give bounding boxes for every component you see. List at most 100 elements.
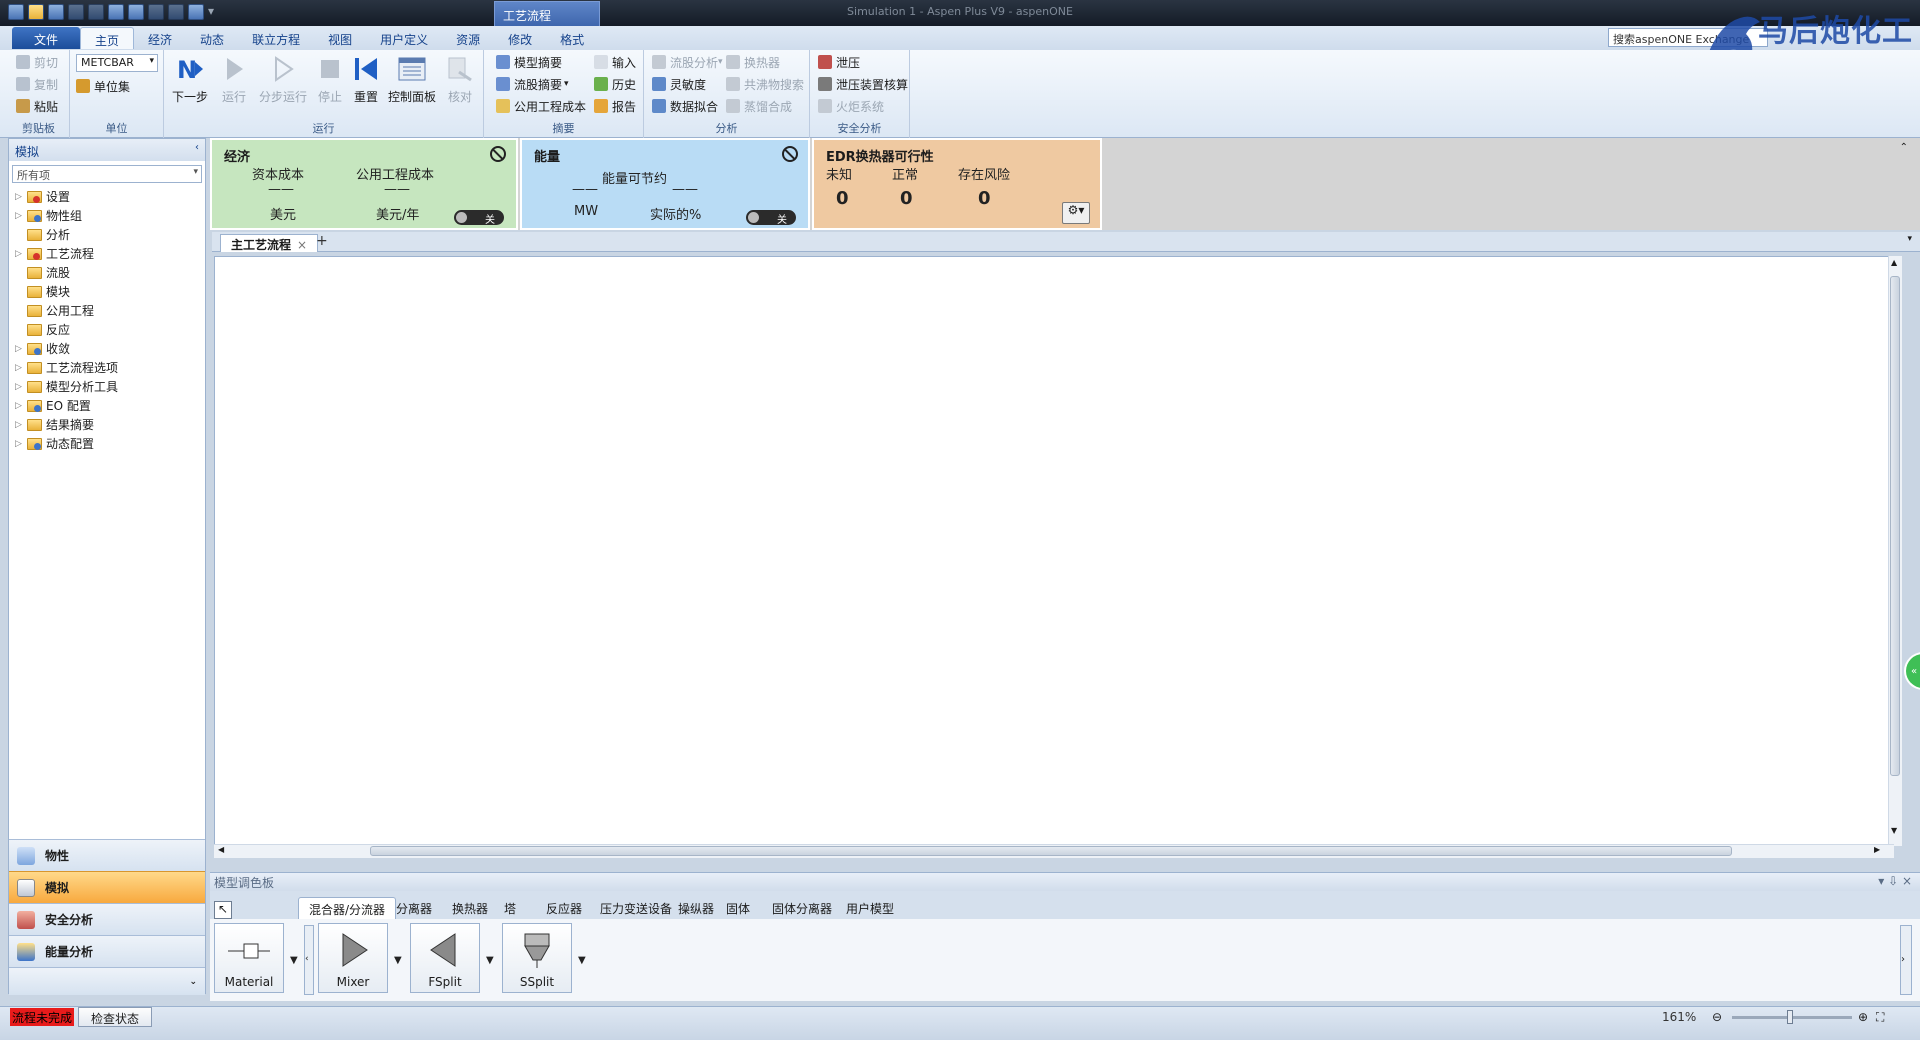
tab-view[interactable]: 视图 xyxy=(314,27,366,49)
tab-dynamics[interactable]: 动态 xyxy=(186,27,238,49)
disabled-icon[interactable] xyxy=(782,146,798,162)
tree-item[interactable]: ▷ 收敛 xyxy=(15,339,70,358)
chevron-down-icon[interactable]: ▼ xyxy=(290,955,298,966)
palette-tab[interactable]: 固体 xyxy=(716,897,760,919)
collapse-dashboard-icon[interactable]: ⌃ xyxy=(1900,142,1908,153)
side-panel-handle-icon[interactable]: « xyxy=(1904,652,1920,690)
tab-customize[interactable]: 用户定义 xyxy=(366,27,442,49)
step-run-button[interactable]: 分步运行 xyxy=(256,54,310,114)
palette-tab[interactable]: 混合器/分流器 xyxy=(298,897,397,919)
tree-expand-icon[interactable]: ▷ xyxy=(15,344,27,354)
tab-equation-oriented[interactable]: 联立方程 xyxy=(238,27,314,49)
palette-tab[interactable]: 固体分离器 xyxy=(762,897,842,919)
economics-toggle[interactable]: 关 xyxy=(454,210,504,226)
chevron-down-icon[interactable]: ▼ xyxy=(394,955,402,966)
heat-exchanger-analysis-button[interactable]: 换热器 xyxy=(726,52,780,72)
stream-analysis-button[interactable]: 流股分析 ▾ xyxy=(652,52,723,72)
tree-item[interactable]: 流股 xyxy=(15,263,70,282)
model-fsplit[interactable]: FSplit xyxy=(410,923,480,993)
unit-set-select[interactable]: METCBAR ▾ xyxy=(76,54,158,72)
vertical-scroll-thumb[interactable] xyxy=(1890,276,1900,776)
tree-expand-icon[interactable]: ▷ xyxy=(15,192,27,202)
collapse-icon[interactable]: ‹ xyxy=(195,142,199,153)
context-tab-flowsheet[interactable]: 工艺流程 xyxy=(494,1,600,26)
tree-item[interactable]: ▷ 物性组 xyxy=(15,206,82,225)
stream-summary-button[interactable]: 流股摘要 ▾ xyxy=(496,74,569,94)
palette-tab[interactable]: 反应器 xyxy=(536,897,592,919)
control-panel-button[interactable]: 控制面板 xyxy=(386,54,438,114)
close-icon[interactable]: × xyxy=(297,238,307,252)
tree-item[interactable]: 模块 xyxy=(15,282,70,301)
palette-tab[interactable]: 用户模型 xyxy=(836,897,904,919)
palette-tab[interactable]: 换热器 xyxy=(442,897,498,919)
palette-tab[interactable]: 分离器 xyxy=(386,897,442,919)
reset-button[interactable]: 重置 xyxy=(350,54,382,114)
nav-filter-select[interactable]: 所有项 ▾ xyxy=(12,165,202,183)
check-status-button[interactable]: 检查状态 xyxy=(78,1007,153,1027)
relief-rating-button[interactable]: 泄压装置核算 xyxy=(818,74,908,94)
tree-expand-icon[interactable]: ▷ xyxy=(15,249,27,259)
input-button[interactable]: 输入 xyxy=(594,52,636,72)
exchange-search-input[interactable]: 搜索aspenONE Exchange xyxy=(1608,28,1768,47)
tree-item[interactable]: ▷ 工艺流程选项 xyxy=(15,358,118,377)
model-summary-button[interactable]: 模型摘要 xyxy=(496,52,562,72)
nav-button-simulation[interactable]: 模拟 xyxy=(9,871,205,903)
palette-tab[interactable]: 塔 xyxy=(494,897,526,919)
model-ssplit[interactable]: SSplit xyxy=(502,923,572,993)
relief-button[interactable]: 泄压 xyxy=(818,52,860,72)
paste-button[interactable]: 粘贴 xyxy=(16,96,58,116)
tree-expand-icon[interactable]: ▷ xyxy=(15,211,27,221)
palette-scroll-right-icon[interactable]: › xyxy=(1900,925,1912,995)
fit-view-icon[interactable]: ⛶ xyxy=(1876,1010,1884,1025)
tree-item[interactable]: 反应 xyxy=(15,320,70,339)
edr-settings-icon[interactable]: ⚙▾ xyxy=(1062,202,1090,224)
report-button[interactable]: 报告 xyxy=(594,96,636,116)
reconcile-button[interactable]: 核对 xyxy=(444,54,476,114)
tab-resources[interactable]: 资源 xyxy=(442,27,494,49)
flare-system-button[interactable]: 火炬系统 xyxy=(818,96,884,116)
nav-button-safety-analysis[interactable]: 安全分析 xyxy=(9,903,205,935)
nav-button-overflow[interactable]: ⌄ xyxy=(9,967,205,995)
nav-button-energy-analysis[interactable]: 能量分析 xyxy=(9,935,205,967)
tree-expand-icon[interactable]: ▷ xyxy=(15,363,27,373)
scroll-down-icon[interactable]: ▼ xyxy=(1891,826,1897,835)
tree-item[interactable]: ▷ 结果摘要 xyxy=(15,415,94,434)
edr-card[interactable]: EDR换热器可行性 未知 正常 存在风险 0 0 0 ⚙▾ xyxy=(812,138,1102,230)
distillation-synthesis-button[interactable]: 蒸馏合成 xyxy=(726,96,792,116)
tree-expand-icon[interactable]: ▷ xyxy=(15,420,27,430)
run-button[interactable]: 运行 xyxy=(216,54,252,114)
tree-item[interactable]: ▷ 设置 xyxy=(15,187,70,206)
flowsheet-canvas[interactable] xyxy=(214,256,1894,846)
azeotrope-search-button[interactable]: 共沸物搜索 xyxy=(726,74,804,94)
tree-expand-icon[interactable]: ▷ xyxy=(15,382,27,392)
tree-expand-icon[interactable]: ▷ xyxy=(15,439,27,449)
add-tab-icon[interactable]: + xyxy=(316,233,328,249)
energy-toggle[interactable]: 关 xyxy=(746,210,796,226)
tree-item[interactable]: 分析 xyxy=(15,225,70,244)
zoom-in-icon[interactable]: ⊕ xyxy=(1858,1010,1868,1024)
nav-button-properties[interactable]: 物性 xyxy=(9,839,205,871)
tab-modify[interactable]: 修改 xyxy=(494,27,546,49)
model-material[interactable]: Material xyxy=(214,923,284,993)
energy-card[interactable]: 能量 能量可节约 —— —— MW 实际的% 关 xyxy=(520,138,810,230)
economics-card[interactable]: 经济 资本成本 公用工程成本 —— —— 美元 美元/年 关 xyxy=(210,138,518,230)
tree-item[interactable]: ▷ 模型分析工具 xyxy=(15,377,118,396)
tree-item[interactable]: ▷ EO 配置 xyxy=(15,396,91,415)
tree-item[interactable]: ▷ 工艺流程 xyxy=(15,244,94,263)
tree-item[interactable]: 公用工程 xyxy=(15,301,94,320)
model-mixer[interactable]: Mixer xyxy=(318,923,388,993)
palette-scroll-left-icon[interactable]: ‹ xyxy=(304,925,314,995)
horizontal-scroll-thumb[interactable] xyxy=(370,846,1732,856)
history-button[interactable]: 历史 xyxy=(594,74,636,94)
tree-item[interactable]: ▷ 动态配置 xyxy=(15,434,94,453)
chevron-down-icon[interactable]: ▼ xyxy=(578,955,586,966)
next-button[interactable]: N 下一步 xyxy=(170,54,210,114)
cut-button[interactable]: 剪切 xyxy=(16,52,58,72)
tab-format[interactable]: 格式 xyxy=(546,27,598,49)
select-pointer-icon[interactable]: ↖ xyxy=(214,901,232,919)
chevron-down-icon[interactable]: ▾ xyxy=(1907,234,1912,244)
zoom-out-icon[interactable]: ⊖ xyxy=(1712,1010,1722,1024)
scroll-left-icon[interactable]: ◀ xyxy=(218,845,224,854)
sensitivity-button[interactable]: 灵敏度 xyxy=(652,74,706,94)
disabled-icon[interactable] xyxy=(490,146,506,162)
